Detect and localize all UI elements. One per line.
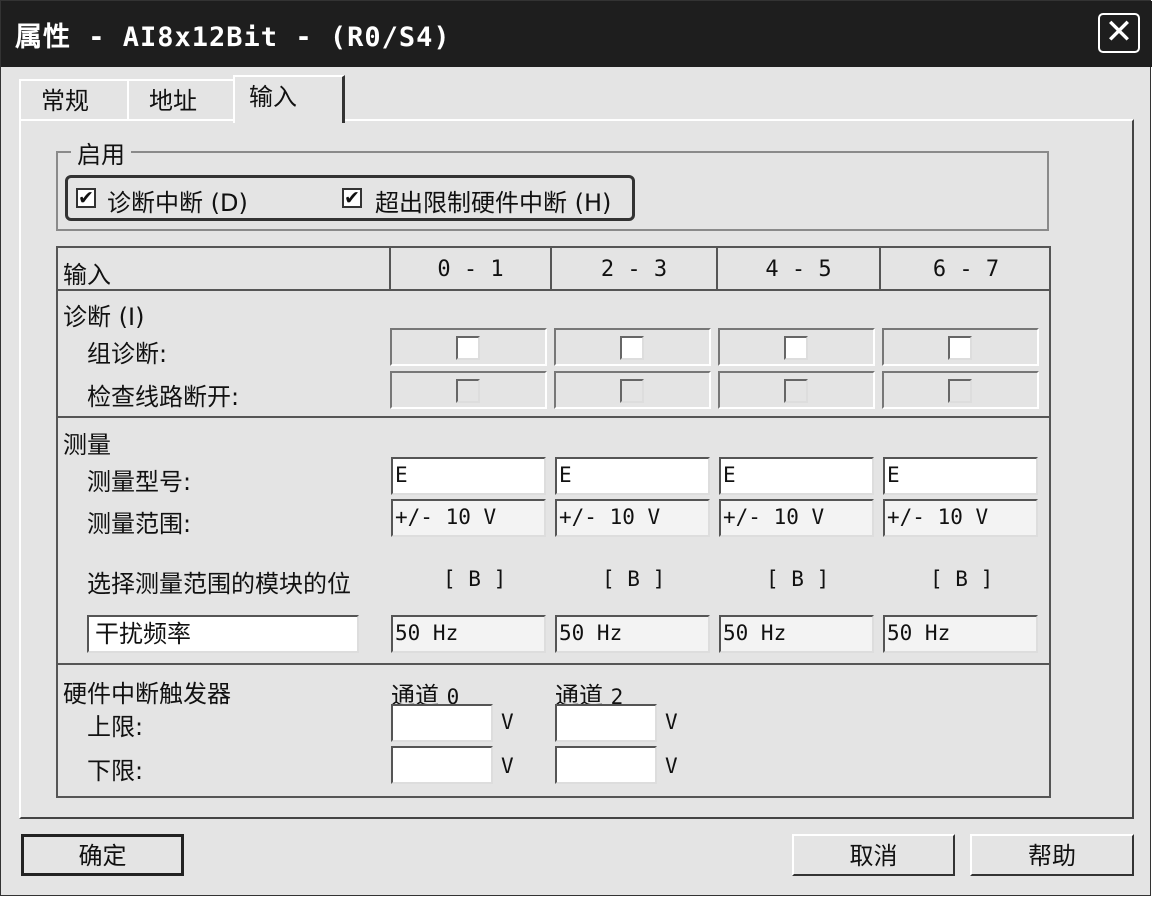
wire-break-checkbox-2-3 — [620, 379, 644, 403]
upper-limit-input-ch2[interactable] — [555, 704, 657, 742]
group-diag-cell — [718, 328, 875, 366]
measurement-range-field-6-7[interactable]: +/- 10 V — [883, 499, 1038, 537]
header-col-divider — [879, 246, 881, 291]
measurement-type-field-4-5[interactable]: E — [719, 457, 874, 495]
wire-break-cell — [882, 371, 1039, 409]
measurement-range-field-0-1[interactable]: +/- 10 V — [391, 499, 546, 537]
measurement-type-field-6-7[interactable]: E — [883, 457, 1038, 495]
group-diag-checkbox-6-7[interactable] — [948, 336, 972, 360]
wire-break-cell — [390, 371, 547, 409]
wire-break-label: 检查线路断开: — [87, 383, 240, 411]
tab-address[interactable]: 地址 — [127, 79, 235, 119]
window-title: 属性 - AI8x12Bit - (R0/S4) — [15, 22, 451, 53]
lower-limit-unit-ch2: V — [665, 754, 678, 778]
interference-field-4-5[interactable]: 50 Hz — [719, 615, 874, 653]
upper-limit-unit-ch2: V — [665, 710, 678, 734]
lower-limit-input-ch2[interactable] — [555, 746, 657, 784]
title-bar: 属性 - AI8x12Bit - (R0/S4) ✕ — [1, 1, 1152, 67]
interference-frequency-label: 干扰频率 — [87, 615, 359, 653]
measurement-type-field-0-1[interactable]: E — [391, 457, 546, 495]
hw-interrupt-section-title: 硬件中断触发器 — [63, 680, 231, 708]
measurement-type-label: 测量型号: — [87, 468, 192, 496]
group-diag-checkbox-0-1[interactable] — [456, 336, 480, 360]
close-button[interactable]: ✕ — [1098, 13, 1140, 53]
ok-button[interactable]: 确定 — [21, 834, 184, 876]
tab-general[interactable]: 常规 — [19, 79, 129, 119]
group-diag-checkbox-2-3[interactable] — [620, 336, 644, 360]
interference-field-0-1[interactable]: 50 Hz — [391, 615, 546, 653]
properties-dialog: 属性 - AI8x12Bit - (R0/S4) ✕ 常规 地址 输入 启用 ✔… — [0, 0, 1152, 896]
lower-limit-unit-ch0: V — [501, 754, 514, 778]
channel-header-2-3: 2 - 3 — [600, 257, 668, 282]
wire-break-cell — [718, 371, 875, 409]
upper-limit-label: 上限: — [87, 713, 144, 741]
diag-interrupt-checkbox[interactable]: ✔ — [76, 188, 96, 208]
upper-limit-unit-ch0: V — [501, 710, 514, 734]
input-column-header: 输入 — [63, 261, 111, 289]
module-position-4-5: [ B ] — [766, 567, 830, 591]
wire-break-checkbox-4-5 — [784, 379, 808, 403]
group-diag-checkbox-4-5[interactable] — [784, 336, 808, 360]
tab-address-label: 地址 — [149, 87, 197, 115]
header-col-divider — [550, 246, 552, 291]
lower-limit-label: 下限: — [87, 757, 144, 785]
enable-group-title: 启用 — [71, 135, 131, 170]
tab-input[interactable]: 输入 — [233, 75, 345, 123]
measurement-range-field-2-3[interactable]: +/- 10 V — [555, 499, 710, 537]
group-diag-cell — [554, 328, 711, 366]
interference-field-6-7[interactable]: 50 Hz — [883, 615, 1038, 653]
wire-break-cell — [554, 371, 711, 409]
header-col-divider — [716, 246, 718, 291]
channel-header-6-7: 6 - 7 — [932, 257, 1000, 282]
measurement-type-field-2-3[interactable]: E — [555, 457, 710, 495]
diagnostics-section-title: 诊断 (I) — [63, 303, 145, 331]
wire-break-checkbox-0-1 — [456, 379, 480, 403]
interference-field-2-3[interactable]: 50 Hz — [555, 615, 710, 653]
channel-header-0-1: 0 - 1 — [437, 257, 504, 282]
group-diag-label: 组诊断: — [87, 340, 168, 368]
measurement-section-title: 测量 — [63, 431, 111, 459]
measurement-range-label: 测量范围: — [87, 510, 192, 538]
help-button[interactable]: 帮助 — [970, 834, 1134, 876]
tab-general-label: 常规 — [41, 87, 89, 115]
tab-input-label: 输入 — [249, 83, 297, 111]
module-position-2-3: [ B ] — [602, 567, 666, 591]
module-position-6-7: [ B ] — [930, 567, 994, 591]
measure-divider — [56, 663, 1051, 665]
diag-interrupt-label[interactable]: 诊断中断 (D) — [107, 183, 248, 218]
diag-divider — [56, 416, 1051, 418]
wire-break-checkbox-6-7 — [948, 379, 972, 403]
header-col-divider — [389, 246, 391, 291]
group-diag-cell — [882, 328, 1039, 366]
upper-limit-input-ch0[interactable] — [391, 704, 493, 742]
channel-header-4-5: 4 - 5 — [765, 257, 832, 282]
header-divider — [56, 289, 1051, 291]
group-diag-cell — [390, 328, 547, 366]
limit-interrupt-label[interactable]: 超出限制硬件中断 (H) — [375, 183, 611, 218]
module-position-0-1: [ B ] — [443, 567, 507, 591]
lower-limit-input-ch0[interactable] — [391, 746, 493, 784]
measurement-range-field-4-5[interactable]: +/- 10 V — [719, 499, 874, 537]
limit-interrupt-checkbox[interactable]: ✔ — [342, 188, 362, 208]
module-position-label: 选择测量范围的模块的位 — [87, 570, 351, 598]
cancel-button[interactable]: 取消 — [792, 834, 955, 876]
